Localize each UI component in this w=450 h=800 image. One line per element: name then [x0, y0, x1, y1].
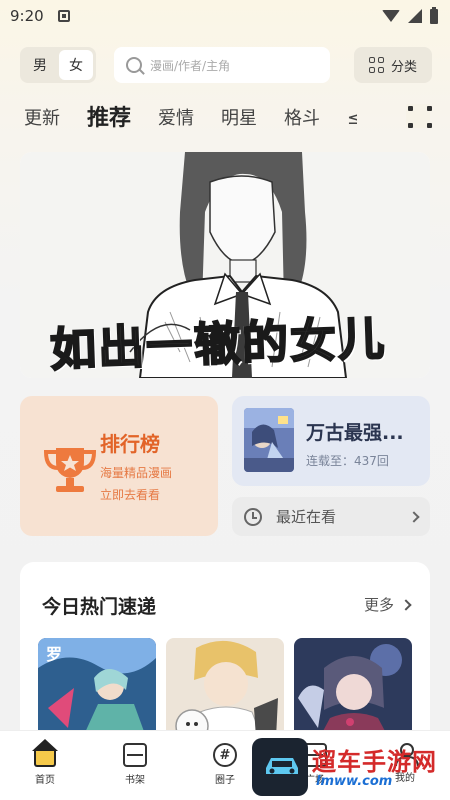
signal-icon [408, 9, 422, 23]
hot-more-link[interactable]: 更多 [363, 594, 412, 615]
category-tabs: 更新 推荐 爱情 明星 格斗 ≤ [0, 98, 450, 138]
nav-bookshelf-label: 书架 [125, 775, 145, 786]
continue-cover-image [244, 408, 294, 472]
nav-bookshelf[interactable]: 书架 [90, 731, 180, 800]
search-input[interactable]: 漫画/作者/主角 [114, 47, 330, 83]
watermark-logo [252, 738, 308, 796]
gender-male-option[interactable]: 男 [23, 50, 57, 80]
nav-home-label: 首页 [35, 775, 55, 786]
category-grid-icon [368, 57, 385, 73]
bookshelf-icon [123, 743, 147, 767]
category-button[interactable]: 分类 [354, 47, 432, 83]
top-bar: 男 女 漫画/作者/主角 分类 [20, 46, 432, 84]
site-watermark: 遛车手游网 lmww.com [250, 736, 450, 800]
search-icon [126, 57, 142, 73]
tab-romance[interactable]: 爱情 [158, 104, 194, 138]
expand-tabs-icon[interactable] [406, 104, 432, 128]
sim-card-icon [57, 10, 70, 22]
tab-recommend[interactable]: 推荐 [87, 104, 131, 138]
recently-read-label: 最近在看 [276, 508, 337, 526]
ranking-subtitle-1: 海量精品漫画 [100, 466, 173, 480]
car-icon [266, 758, 298, 774]
continue-reading-card[interactable]: 万古最强... 连载至：437回 [232, 396, 430, 486]
hot-section-title: 今日热门速递 [42, 596, 157, 618]
nav-circle-label: 圈子 [215, 775, 235, 786]
status-bar: 9:20 [0, 0, 450, 32]
status-icons [382, 6, 438, 24]
tab-update[interactable]: 更新 [24, 104, 60, 138]
status-time: 9:20 [10, 7, 44, 25]
continue-title: 万古最强... [306, 422, 404, 444]
tab-partial[interactable]: ≤ [347, 104, 357, 138]
chevron-right-icon [400, 598, 412, 611]
tab-fighting[interactable]: 格斗 [284, 104, 320, 138]
category-label: 分类 [390, 59, 417, 75]
banner-title: 如出一辙的女儿 [48, 310, 388, 378]
gender-toggle: 男 女 [20, 47, 96, 83]
chevron-right-icon [408, 510, 420, 523]
more-label: 更多 [363, 596, 394, 614]
tab-celebrity[interactable]: 明星 [221, 104, 257, 138]
recently-read-button[interactable]: 最近在看 [232, 497, 430, 536]
battery-icon [430, 6, 438, 24]
clock-icon [244, 507, 262, 526]
ranking-subtitle-2: 立即去看看 [100, 488, 161, 502]
trophy-icon [43, 448, 97, 492]
continue-progress: 连载至：437回 [306, 454, 389, 468]
gender-female-option[interactable]: 女 [59, 50, 93, 80]
watermark-url: lmww.com [316, 774, 393, 789]
featured-banner[interactable]: 如出一辙的女儿 [20, 152, 430, 378]
ranking-title: 排行榜 [100, 432, 160, 456]
home-icon [32, 739, 58, 767]
search-placeholder: 漫画/作者/主角 [150, 58, 231, 73]
wifi-icon [382, 10, 400, 22]
nav-home[interactable]: 首页 [0, 731, 90, 800]
hashtag-icon: # [213, 743, 237, 767]
ranking-card[interactable]: 排行榜 海量精品漫画 立即去看看 [20, 396, 218, 536]
watermark-text: 遛车手游网 [312, 748, 437, 776]
svg-text:罗: 罗 [46, 645, 62, 664]
